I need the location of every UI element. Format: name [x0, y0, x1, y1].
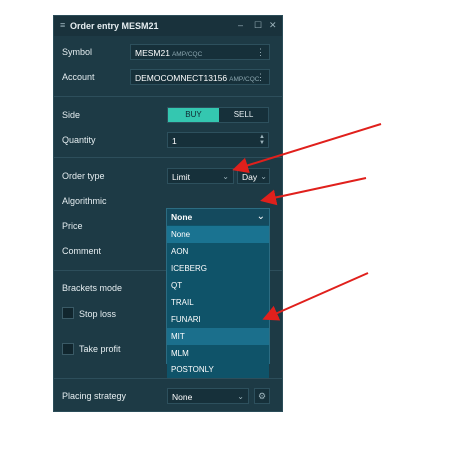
arrow-to-order-type — [232, 123, 382, 174]
annotation-arrows — [232, 123, 382, 321]
arrow-to-mit-option — [262, 272, 369, 321]
arrow-to-algorithmic — [260, 177, 367, 206]
